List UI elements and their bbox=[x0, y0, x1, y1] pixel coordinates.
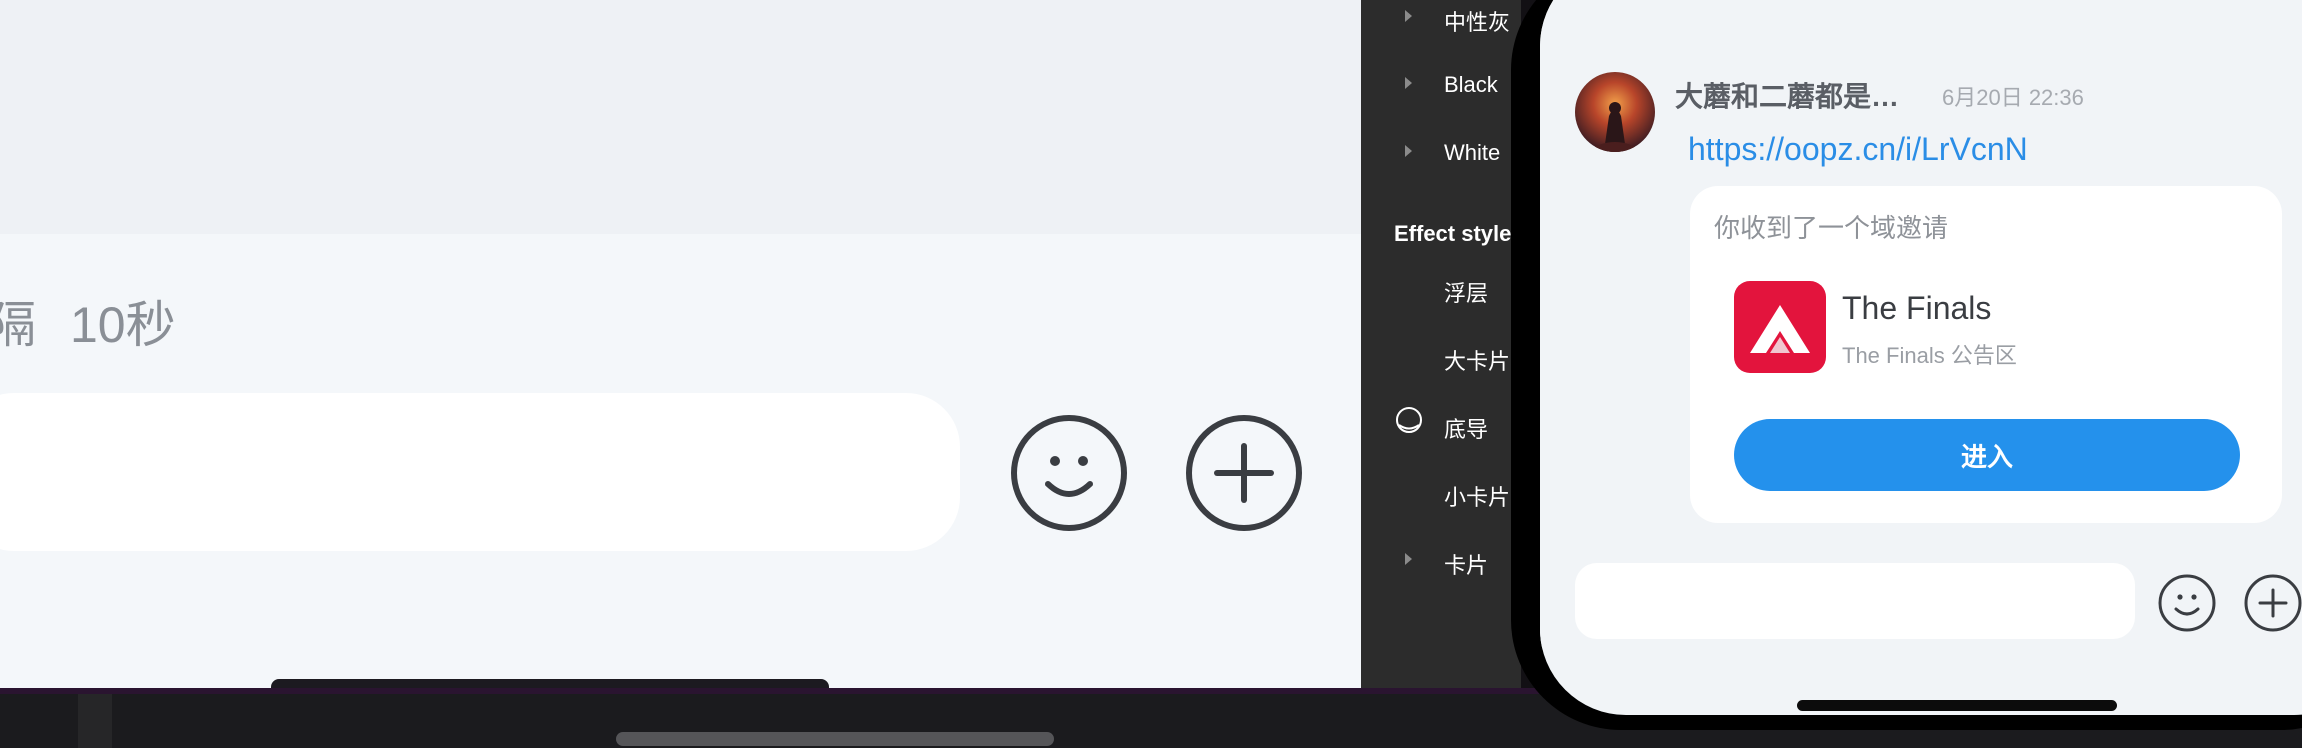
styles-panel: 中性灰 Black White Effect styles 浮层 大卡片 底导 … bbox=[1361, 0, 1521, 688]
circle-icon bbox=[1396, 407, 1422, 433]
phone-home-indicator bbox=[1797, 700, 2117, 711]
app-logo-icon bbox=[1734, 281, 1826, 373]
sender-name[interactable]: 大蘑和二蘑都是… bbox=[1675, 75, 1899, 115]
invite-card[interactable]: 你收到了一个域邀请 The Finals The Finals 公告区 进入 bbox=[1690, 186, 2282, 523]
enter-button[interactable]: 进入 bbox=[1734, 419, 2240, 491]
panel-item-black[interactable]: Black bbox=[1361, 64, 1521, 104]
panel-item-label: 卡片 bbox=[1444, 553, 1489, 578]
bottom-bar-accent-line bbox=[0, 688, 1540, 694]
emoji-icon[interactable] bbox=[2157, 573, 2217, 633]
caret-right-icon[interactable] bbox=[1405, 553, 1412, 565]
phone-message-input[interactable] bbox=[1575, 563, 2135, 639]
panel-item-white[interactable]: White bbox=[1361, 132, 1521, 172]
caret-right-icon[interactable] bbox=[1405, 145, 1412, 157]
phone-screen: 大蘑和二蘑都是… 6月20日 22:36 https://oopz.cn/i/L… bbox=[1540, 0, 2302, 715]
avatar-image bbox=[1575, 72, 1655, 152]
panel-item-label: 底导 bbox=[1444, 417, 1489, 442]
finals-logo-icon bbox=[1750, 305, 1810, 353]
effect-styles-heading: Effect styles bbox=[1394, 221, 1521, 246]
left-chat-header-area bbox=[0, 0, 1361, 234]
panel-item-neutral-gray[interactable]: 中性灰 bbox=[1361, 0, 1521, 37]
invite-title: 你收到了一个域邀请 bbox=[1714, 213, 1949, 243]
panel-item-card[interactable]: 卡片 bbox=[1361, 540, 1521, 580]
invite-link[interactable]: https://oopz.cn/i/LrVcnN bbox=[1688, 131, 2028, 168]
panel-item-label: White bbox=[1444, 140, 1501, 165]
message-timestamp: 6月20日 22:36 bbox=[1942, 85, 2084, 110]
app-name: The Finals bbox=[1842, 290, 1992, 326]
panel-item-label: 浮层 bbox=[1444, 281, 1489, 306]
bottom-bar-segment bbox=[78, 694, 112, 748]
panel-item-bottom-nav[interactable]: 底导 bbox=[1361, 404, 1521, 444]
horizontal-scrollbar[interactable] bbox=[616, 732, 1054, 746]
message-input[interactable] bbox=[0, 393, 960, 551]
caret-right-icon[interactable] bbox=[1405, 77, 1412, 89]
voice-duration: 10秒 bbox=[70, 297, 176, 353]
caret-right-icon[interactable] bbox=[1405, 10, 1412, 22]
panel-item-label: Black bbox=[1444, 72, 1498, 97]
screen: 隔 10秒 中性灰 Black White Effect styles 浮层 大… bbox=[0, 0, 2302, 748]
app-subtitle: The Finals 公告区 bbox=[1842, 343, 2017, 368]
panel-item-label: 大卡片 bbox=[1444, 349, 1511, 374]
panel-item-small-card[interactable]: 小卡片 bbox=[1361, 472, 1521, 512]
panel-item-label: 中性灰 bbox=[1444, 10, 1511, 35]
panel-item-float-layer[interactable]: 浮层 bbox=[1361, 268, 1521, 308]
left-chat-canvas: 隔 10秒 bbox=[0, 0, 1361, 693]
plus-icon[interactable] bbox=[1185, 414, 1303, 532]
status-partial-text: 隔 bbox=[0, 297, 36, 353]
voice-duration-row: 隔 10秒 bbox=[0, 285, 176, 357]
avatar[interactable] bbox=[1575, 72, 1655, 152]
panel-item-large-card[interactable]: 大卡片 bbox=[1361, 336, 1521, 376]
plus-icon[interactable] bbox=[2243, 573, 2302, 633]
panel-item-label: 小卡片 bbox=[1444, 485, 1511, 510]
phone-chat-area: 大蘑和二蘑都是… 6月20日 22:36 https://oopz.cn/i/L… bbox=[1540, 0, 2302, 540]
emoji-icon[interactable] bbox=[1010, 414, 1128, 532]
